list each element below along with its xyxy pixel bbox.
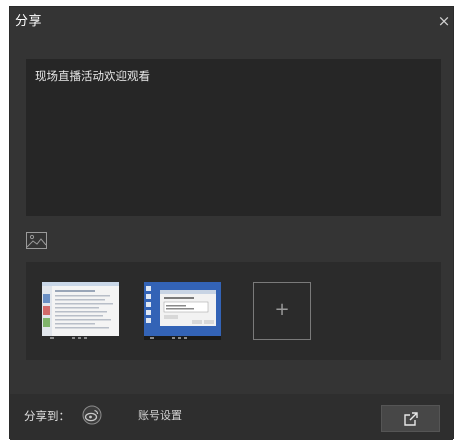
add-image-button[interactable]: + (253, 282, 311, 340)
attachment-panel: + (26, 262, 441, 360)
dialog-title: 分享 (15, 14, 43, 29)
share-message-textarea[interactable]: 现场直播活动欢迎观看 (26, 59, 441, 216)
screenshot-thumbnail[interactable] (144, 282, 221, 340)
share-dialog: 分享 × 现场直播活动欢迎观看 + 分享到： 账号设置 (9, 6, 454, 440)
account-settings-link[interactable]: 账号设置 (138, 408, 182, 424)
share-export-icon (404, 412, 418, 426)
close-icon[interactable]: × (437, 13, 451, 29)
title-bar: 分享 × (10, 7, 453, 37)
screenshot-thumbnail[interactable] (42, 282, 119, 340)
share-footer: 分享到： 账号设置 (10, 394, 453, 440)
share-to-label: 分享到： (24, 409, 70, 423)
share-button[interactable] (381, 405, 440, 432)
share-message-text: 现场直播活动欢迎观看 (35, 69, 150, 83)
image-icon[interactable] (26, 232, 47, 249)
weibo-icon[interactable] (82, 405, 102, 425)
